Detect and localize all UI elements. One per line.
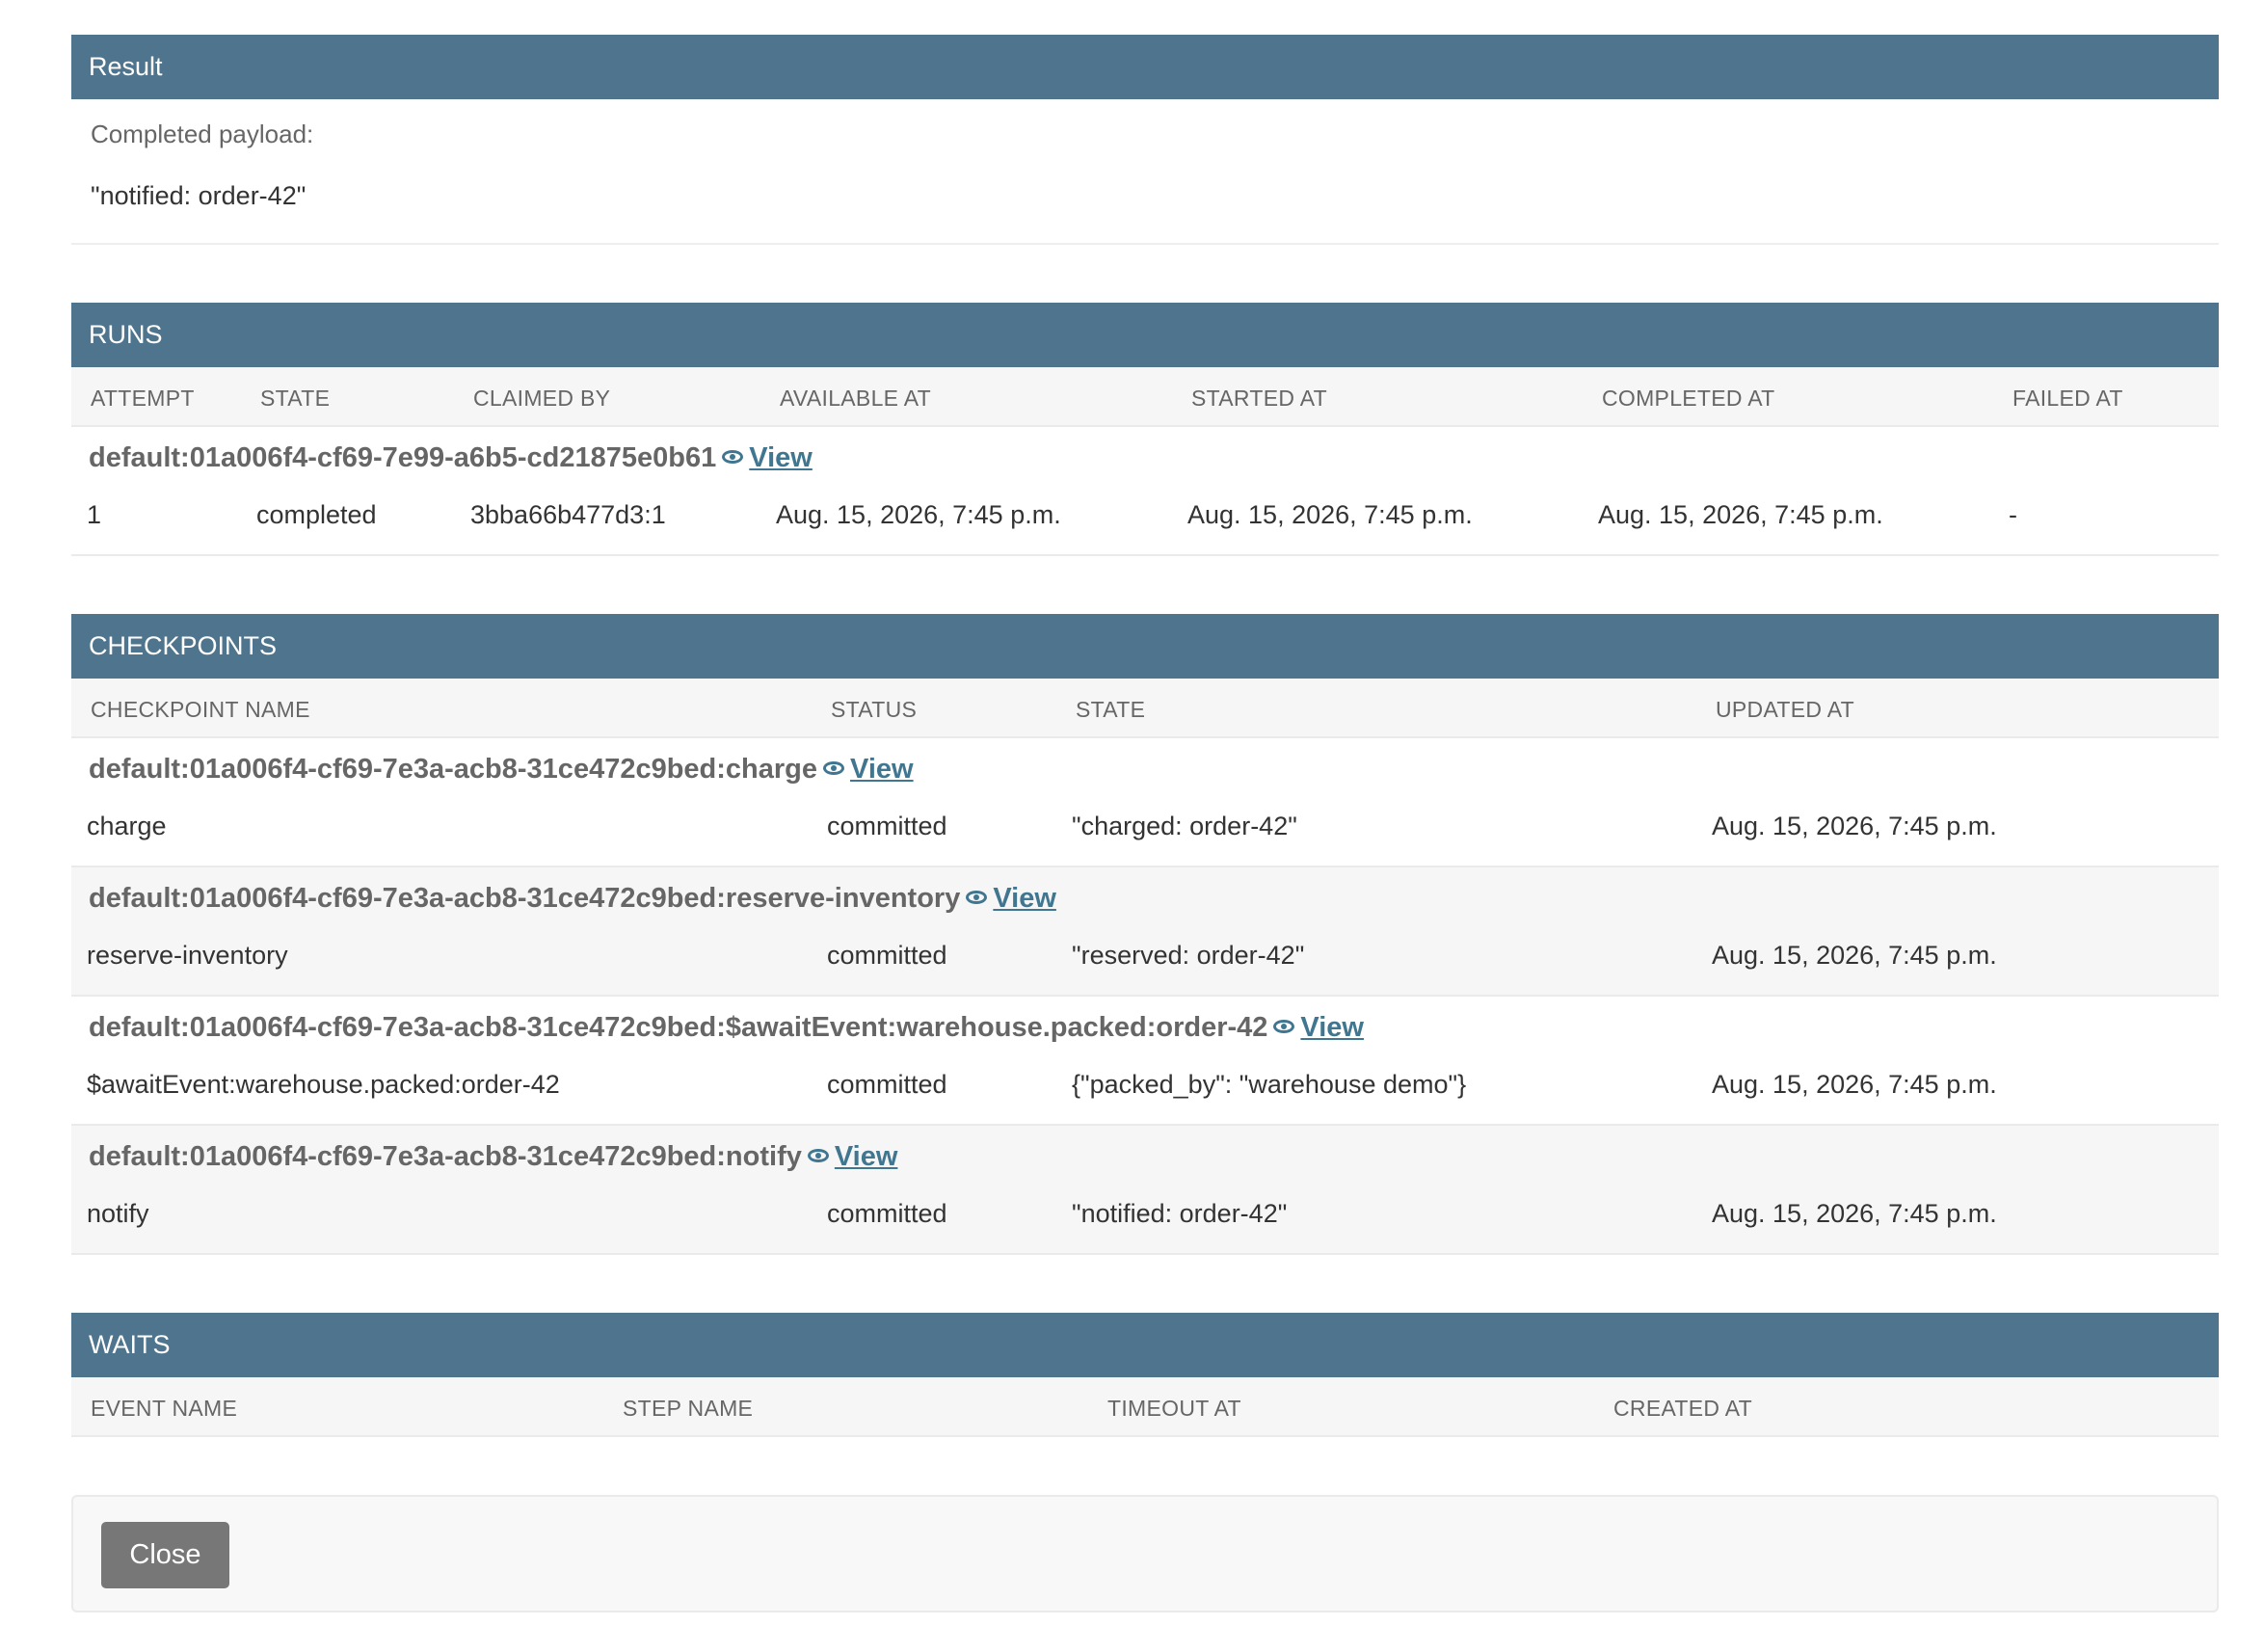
close-button[interactable]: Close (101, 1522, 229, 1588)
eye-icon (722, 450, 744, 464)
divider (71, 243, 2219, 245)
column-header: TIMEOUT AT (1107, 1396, 1241, 1421)
checkpoint-row: default:01a006f4-cf69-7e3a-acb8-31ce472c… (71, 997, 2219, 1126)
view-link[interactable]: View (850, 754, 914, 785)
runs-column-header: ATTEMPT STATE CLAIMED BY AVAILABLE AT ST… (71, 367, 2219, 427)
result-heading: Result (71, 35, 2219, 99)
run-state: completed (256, 500, 377, 529)
column-header: FAILED AT (2012, 386, 2123, 411)
run-id: default:01a006f4-cf69-7e99-a6b5-cd21875e… (89, 442, 717, 473)
result-module: Result Completed payload: "notified: ord… (71, 35, 2219, 245)
view-link[interactable]: View (749, 442, 813, 473)
checkpoint-row: default:01a006f4-cf69-7e3a-acb8-31ce472c… (71, 867, 2219, 997)
checkpoint-name: $awaitEvent:warehouse.packed:order-42 (87, 1070, 560, 1099)
checkpoint-status: committed (827, 941, 947, 970)
column-header: EVENT NAME (91, 1396, 238, 1421)
eye-icon (807, 1149, 829, 1162)
checkpoint-state: "charged: order-42" (1072, 812, 1297, 840)
checkpoint-id: default:01a006f4-cf69-7e3a-acb8-31ce472c… (89, 1141, 802, 1172)
waits-module: WAITS EVENT NAME STEP NAME TIMEOUT AT CR… (71, 1313, 2219, 1437)
view-link[interactable]: View (993, 883, 1056, 914)
eye-icon (966, 891, 988, 904)
checkpoint-title: default:01a006f4-cf69-7e3a-acb8-31ce472c… (89, 883, 1056, 915)
checkpoint-updated-at: Aug. 15, 2026, 7:45 p.m. (1712, 941, 1997, 970)
checkpoint-id: default:01a006f4-cf69-7e3a-acb8-31ce472c… (89, 883, 961, 914)
submit-row: Close (71, 1495, 2219, 1612)
run-started-at: Aug. 15, 2026, 7:45 p.m. (1187, 500, 1473, 529)
checkpoint-name: charge (87, 812, 167, 840)
column-header: STATUS (831, 697, 918, 722)
column-header: AVAILABLE AT (780, 386, 932, 411)
column-header: STATE (260, 386, 331, 411)
checkpoint-status: committed (827, 1070, 947, 1099)
run-completed-at: Aug. 15, 2026, 7:45 p.m. (1598, 500, 1883, 529)
checkpoint-title: default:01a006f4-cf69-7e3a-acb8-31ce472c… (89, 1141, 897, 1173)
waits-heading: WAITS (71, 1313, 2219, 1377)
column-header: CLAIMED BY (473, 386, 611, 411)
result-label: Completed payload: (91, 120, 314, 148)
runs-heading: RUNS (71, 303, 2219, 367)
eye-icon (823, 761, 845, 775)
column-header: UPDATED AT (1716, 697, 1854, 722)
runs-module: RUNS ATTEMPT STATE CLAIMED BY AVAILABLE … (71, 303, 2219, 556)
run-failed-at: - (2009, 500, 2017, 529)
checkpoints-column-header: CHECKPOINT NAME STATUS STATE UPDATED AT (71, 679, 2219, 738)
view-link[interactable]: View (835, 1141, 898, 1172)
checkpoint-status: committed (827, 1199, 947, 1228)
column-header: STARTED AT (1191, 386, 1328, 411)
checkpoint-name: notify (87, 1199, 149, 1228)
checkpoint-row: default:01a006f4-cf69-7e3a-acb8-31ce472c… (71, 738, 2219, 867)
run-available-at: Aug. 15, 2026, 7:45 p.m. (776, 500, 1061, 529)
column-header: CREATED AT (1613, 1396, 1752, 1421)
waits-column-header: EVENT NAME STEP NAME TIMEOUT AT CREATED … (71, 1377, 2219, 1437)
checkpoint-state: "reserved: order-42" (1072, 941, 1305, 970)
run-row: default:01a006f4-cf69-7e99-a6b5-cd21875e… (71, 427, 2219, 556)
column-header: COMPLETED AT (1602, 386, 1775, 411)
run-attempt: 1 (87, 500, 102, 529)
checkpoint-updated-at: Aug. 15, 2026, 7:45 p.m. (1712, 812, 1997, 840)
run-title: default:01a006f4-cf69-7e99-a6b5-cd21875e… (89, 442, 813, 474)
run-claimed-by: 3bba66b477d3:1 (470, 500, 666, 529)
column-header: ATTEMPT (91, 386, 195, 411)
checkpoint-status: committed (827, 812, 947, 840)
column-header: CHECKPOINT NAME (91, 697, 310, 722)
checkpoints-heading: CHECKPOINTS (71, 614, 2219, 679)
view-link[interactable]: View (1300, 1012, 1364, 1043)
checkpoint-state: {"packed_by": "warehouse demo"} (1072, 1070, 1467, 1099)
checkpoint-name: reserve-inventory (87, 941, 288, 970)
result-value: "notified: order-42" (91, 181, 306, 210)
checkpoint-row: default:01a006f4-cf69-7e3a-acb8-31ce472c… (71, 1126, 2219, 1255)
checkpoint-updated-at: Aug. 15, 2026, 7:45 p.m. (1712, 1070, 1997, 1099)
checkpoint-state: "notified: order-42" (1072, 1199, 1288, 1228)
column-header: STATE (1076, 697, 1146, 722)
column-header: STEP NAME (623, 1396, 754, 1421)
eye-icon (1273, 1020, 1295, 1033)
checkpoint-id: default:01a006f4-cf69-7e3a-acb8-31ce472c… (89, 1012, 1268, 1043)
checkpoint-id: default:01a006f4-cf69-7e3a-acb8-31ce472c… (89, 754, 818, 785)
checkpoint-title: default:01a006f4-cf69-7e3a-acb8-31ce472c… (89, 754, 914, 786)
checkpoint-updated-at: Aug. 15, 2026, 7:45 p.m. (1712, 1199, 1997, 1228)
checkpoints-module: CHECKPOINTS CHECKPOINT NAME STATUS STATE… (71, 614, 2219, 1255)
checkpoint-title: default:01a006f4-cf69-7e3a-acb8-31ce472c… (89, 1012, 1364, 1044)
